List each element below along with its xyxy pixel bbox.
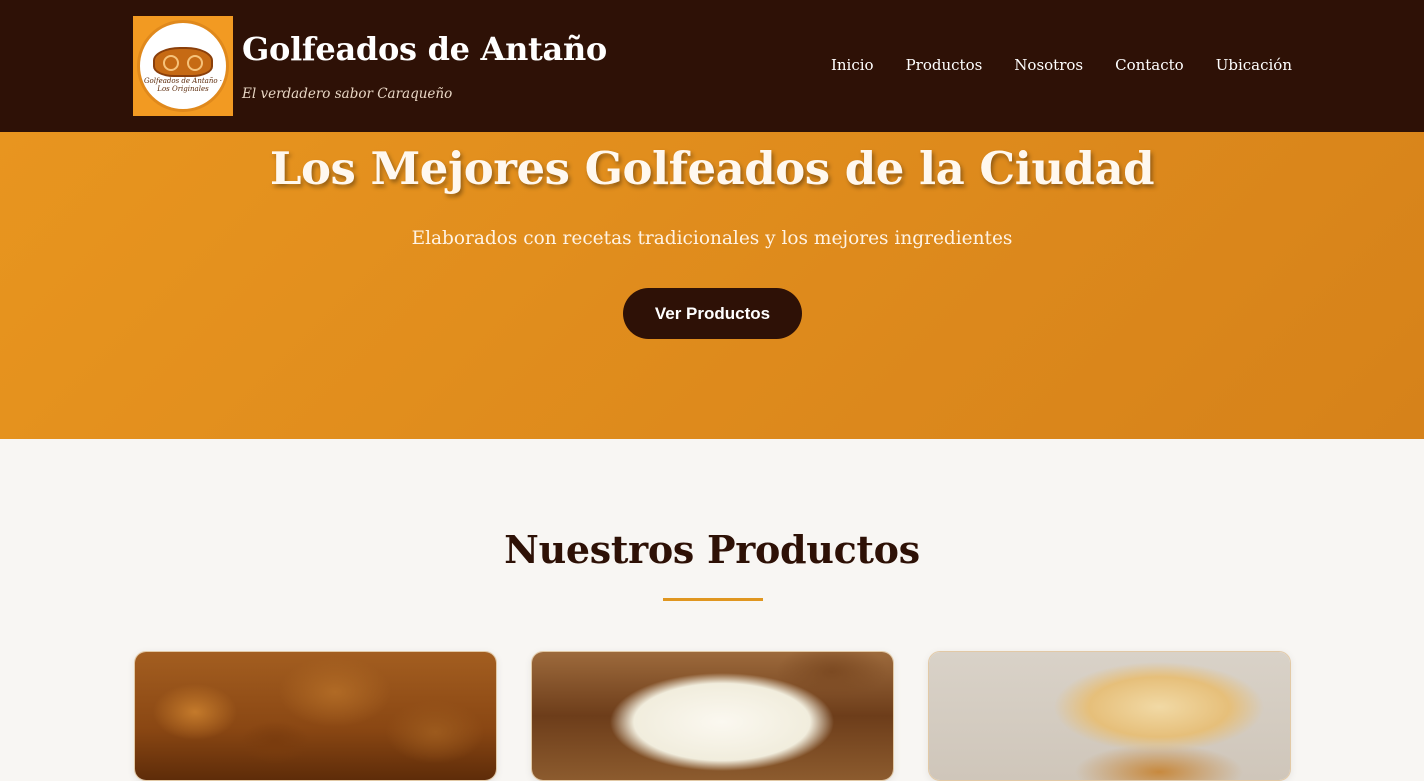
title-underline (663, 598, 763, 601)
logo-emblem: Golfeados de Antaño · Los Originales (137, 20, 229, 112)
site-header: Golfeados de Antaño · Los Originales Gol… (0, 0, 1424, 132)
nav-link-contacto[interactable]: Contacto (1115, 56, 1184, 74)
product-card[interactable] (134, 651, 497, 781)
nav-link-nosotros[interactable]: Nosotros (1014, 56, 1083, 74)
logo[interactable]: Golfeados de Antaño · Los Originales (133, 16, 233, 116)
nav-link-ubicacion[interactable]: Ubicación (1216, 56, 1292, 74)
product-card[interactable] (531, 651, 894, 781)
products-section-title: Nuestros Productos (504, 527, 920, 572)
logo-text: Golfeados de Antaño · Los Originales (143, 77, 223, 93)
product-card[interactable] (928, 651, 1291, 781)
nav-link-inicio[interactable]: Inicio (831, 56, 874, 74)
brand-tagline: El verdadero sabor Caraqueño (242, 86, 453, 102)
hero-section: Los Mejores Golfeados de la Ciudad Elabo… (0, 132, 1424, 439)
nav-link-productos[interactable]: Productos (906, 56, 983, 74)
main-nav: Inicio Productos Nosotros Contacto Ubica… (831, 56, 1292, 74)
ver-productos-button[interactable]: Ver Productos (623, 288, 802, 339)
hero-subtitle: Elaborados con recetas tradicionales y l… (411, 228, 1013, 249)
product-image-golfeado-queso (532, 652, 893, 780)
hero-title: Los Mejores Golfeados de la Ciudad (269, 142, 1155, 195)
brand-title: Golfeados de Antaño (242, 30, 607, 68)
product-image-golfeado (135, 652, 496, 780)
golfeado-roll-icon (153, 47, 213, 77)
product-image-empanada (929, 652, 1290, 780)
